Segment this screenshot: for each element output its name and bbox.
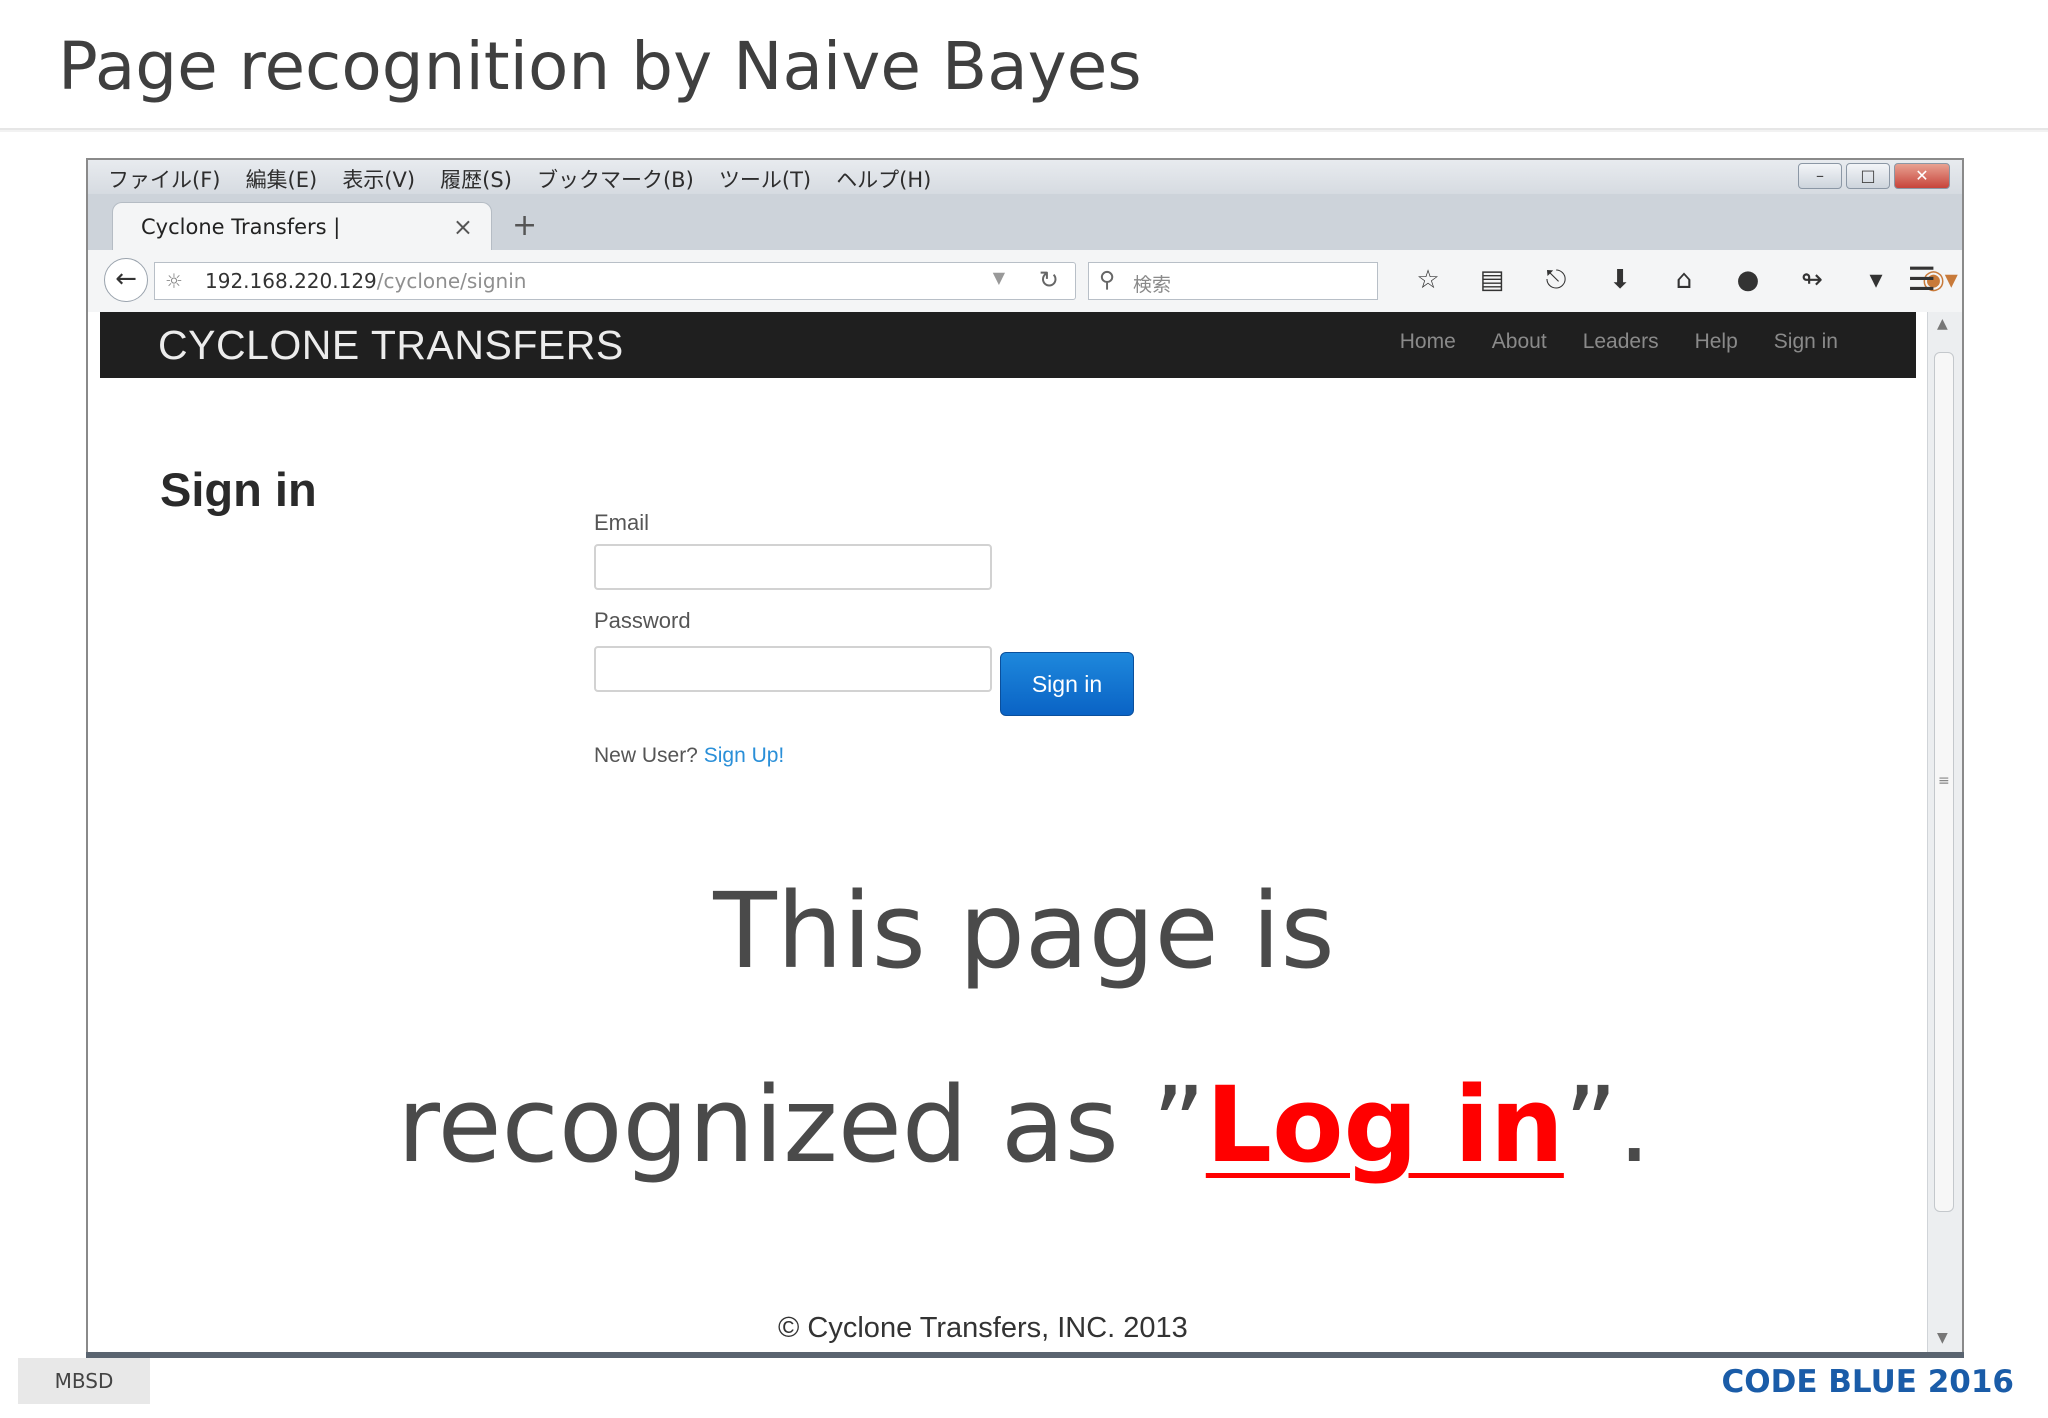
chat-icon[interactable]: ●: [1716, 262, 1780, 298]
site-nav-links: Home About Leaders Help Sign in: [1400, 330, 1838, 354]
menu-bar: ファイル(F) 編集(E) 表示(V) 履歴(S) ブックマーク(B) ツール(…: [88, 160, 1962, 194]
site-info-icon[interactable]: ☼: [165, 269, 183, 293]
site-footer: © Cyclone Transfers, INC. 2013: [778, 1312, 1188, 1344]
menu-help[interactable]: ヘルプ(H): [836, 164, 931, 194]
close-tab-icon[interactable]: ×: [453, 213, 473, 241]
taskbar-strip: [86, 1352, 1964, 1358]
scroll-down-icon[interactable]: ▼: [1937, 1330, 1948, 1346]
menu-file[interactable]: ファイル(F): [108, 164, 220, 194]
pocket-icon[interactable]: ⎋: [1524, 262, 1588, 298]
caption-line-2: recognized as ”Log in”.: [0, 1064, 2048, 1186]
download-icon[interactable]: ⬇: [1588, 262, 1652, 298]
caption-highlight: Log in: [1205, 1064, 1564, 1186]
sign-in-button[interactable]: Sign in: [1000, 652, 1134, 716]
toolbar-icons: ☆ ▤ ⎋ ⬇ ⌂ ● ↬ ▾ ◉▾: [1396, 262, 1962, 298]
new-user-text: New User?: [594, 744, 698, 767]
tab-label: Cyclone Transfers |: [141, 215, 341, 239]
minimize-icon[interactable]: –: [1798, 163, 1842, 189]
address-bar[interactable]: ☼ 192.168.220.129/cyclone/signin ▼ ↻: [154, 262, 1076, 300]
close-window-icon[interactable]: ✕: [1894, 163, 1950, 189]
page-heading: Sign in: [160, 463, 317, 516]
menu-bookmarks[interactable]: ブックマーク(B): [537, 164, 694, 194]
caption-line-1: This page is: [713, 870, 1335, 992]
nav-leaders[interactable]: Leaders: [1583, 330, 1659, 354]
nav-help[interactable]: Help: [1695, 330, 1738, 354]
search-placeholder: 検索: [1133, 274, 1172, 296]
clipboard-icon[interactable]: ▤: [1460, 262, 1524, 298]
home-icon[interactable]: ⌂: [1652, 262, 1716, 298]
password-label: Password: [594, 608, 691, 633]
back-arrow-icon[interactable]: ←: [104, 258, 148, 302]
url-dropdown-icon[interactable]: ▼: [993, 268, 1005, 287]
caption-prefix: recognized as ”: [397, 1064, 1206, 1186]
scroll-up-icon[interactable]: ▲: [1937, 316, 1948, 332]
password-field[interactable]: [594, 646, 992, 692]
search-input[interactable]: ⚲ 検索: [1088, 262, 1378, 300]
window-controls: – □ ✕: [1798, 163, 1950, 189]
dropdown-icon[interactable]: ▾: [1844, 262, 1908, 298]
new-tab-icon[interactable]: +: [512, 208, 537, 243]
reload-icon[interactable]: ↻: [1039, 266, 1059, 294]
nav-home[interactable]: Home: [1400, 330, 1456, 354]
hamburger-menu-icon[interactable]: ☰: [1907, 260, 1936, 298]
tab-cyclone-transfers[interactable]: Cyclone Transfers | ×: [112, 202, 492, 252]
nav-sign-in[interactable]: Sign in: [1774, 330, 1838, 354]
menu-edit[interactable]: 編集(E): [246, 164, 318, 194]
tab-strip: Cyclone Transfers | × +: [88, 194, 1962, 252]
menu-history[interactable]: 履歴(S): [440, 164, 512, 194]
site-brand[interactable]: CYCLONE TRANSFERS: [158, 322, 624, 369]
star-icon[interactable]: ☆: [1396, 262, 1460, 298]
site-navbar: CYCLONE TRANSFERS Home About Leaders Hel…: [100, 312, 1916, 378]
email-label: Email: [594, 510, 650, 535]
maximize-icon[interactable]: □: [1846, 163, 1890, 189]
navigation-toolbar: ← ☼ 192.168.220.129/cyclone/signin ▼ ↻ ⚲…: [88, 250, 1962, 313]
mbsd-badge: MBSD: [18, 1358, 150, 1404]
slide-title: Page recognition by Naive Bayes: [58, 28, 1142, 105]
grip-icon: ≡: [1938, 773, 1950, 789]
code-blue-brand: CODE BLUE 2016: [1721, 1364, 2014, 1400]
share-icon[interactable]: ↬: [1780, 262, 1844, 298]
nav-about[interactable]: About: [1492, 330, 1547, 354]
vertical-scrollbar[interactable]: ▲ ≡ ▼: [1927, 312, 1962, 1352]
caption-suffix: ”.: [1563, 1064, 1651, 1186]
menu-tools[interactable]: ツール(T): [719, 164, 811, 194]
web-page: CYCLONE TRANSFERS Home About Leaders Hel…: [88, 312, 1928, 1352]
email-field[interactable]: [594, 544, 992, 590]
sign-up-link[interactable]: Sign Up!: [704, 744, 785, 767]
search-icon: ⚲: [1099, 268, 1116, 293]
new-user-prompt: New User? Sign Up!: [594, 744, 784, 768]
url-text: 192.168.220.129/cyclone/signin: [205, 269, 527, 293]
title-divider: [0, 128, 2048, 132]
menu-view[interactable]: 表示(V): [342, 164, 415, 194]
